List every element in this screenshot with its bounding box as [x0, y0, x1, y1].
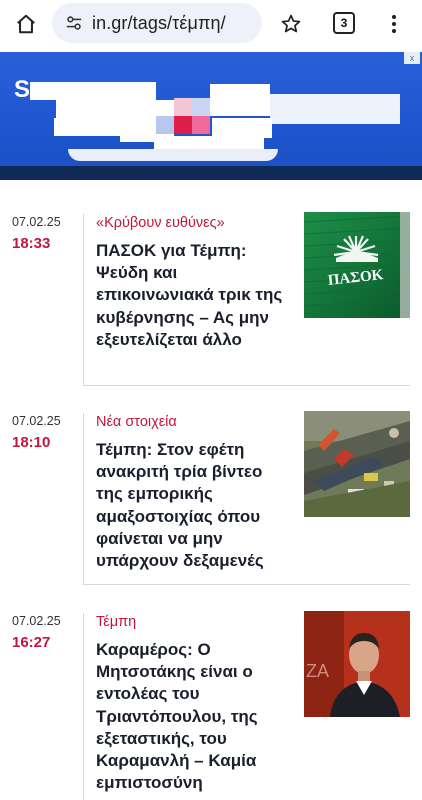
divider — [83, 413, 84, 584]
article-time: 18:10 — [12, 434, 51, 451]
article-date: 07.02.25 — [12, 215, 61, 229]
ad-pixel — [192, 98, 210, 116]
bookmark-button[interactable] — [277, 10, 305, 38]
article-thumbnail[interactable]: ΖΑ — [304, 611, 410, 717]
article-title[interactable]: Καραμέρος: Ο Μητσοτάκης είναι ο εντολέας… — [96, 639, 292, 794]
site-settings-icon[interactable] — [64, 13, 84, 33]
article-separator — [83, 584, 410, 585]
ad-pixel — [156, 116, 174, 134]
article-category[interactable]: «Κρύβουν ευθύνες» — [96, 214, 292, 232]
ad-pixel — [174, 98, 192, 116]
ad-banner[interactable]: x S — [0, 52, 422, 180]
article-thumbnail[interactable] — [304, 411, 410, 517]
divider — [83, 613, 84, 800]
home-button[interactable] — [10, 9, 42, 39]
ad-blur-block — [212, 118, 272, 138]
url-text: in.gr/tags/τέμπη/ — [92, 12, 226, 33]
article-item[interactable]: 07.02.25 18:10 Νέα στοιχεία Τέμπη: Στον … — [0, 411, 422, 584]
article-category[interactable]: Νέα στοιχεία — [96, 413, 292, 431]
ad-blur-block — [30, 82, 156, 100]
divider — [83, 214, 84, 385]
star-icon — [281, 14, 301, 33]
ad-pixel — [192, 116, 210, 134]
article-title[interactable]: Τέμπη: Στον εφέτη ανακριτή τρία βίντεο τ… — [96, 439, 292, 572]
address-bar[interactable]: in.gr/tags/τέμπη/ — [52, 3, 262, 43]
ad-blur-block — [54, 118, 120, 136]
article-date: 07.02.25 — [12, 414, 61, 428]
article-title[interactable]: ΠΑΣΟΚ για Τέμπη: Ψεύδη και επικοινωνιακά… — [96, 240, 292, 351]
article-separator — [83, 385, 410, 386]
ad-pixel — [174, 116, 192, 134]
ad-choices-close[interactable]: x — [404, 52, 420, 64]
ad-blur-block — [270, 94, 400, 124]
tab-count: 3 — [340, 16, 348, 30]
article-item[interactable]: 07.02.25 18:33 «Κρύβουν ευθύνες» ΠΑΣΟΚ γ… — [0, 212, 422, 385]
article-thumbnail[interactable]: ΠΑΣΟΚ — [304, 212, 410, 318]
article-date: 07.02.25 — [12, 614, 61, 628]
ad-bottom-strip — [0, 166, 422, 180]
ad-blur-block — [210, 84, 270, 116]
more-vert-icon[interactable] — [384, 10, 404, 38]
tab-switcher-button[interactable]: 3 — [333, 12, 355, 34]
article-category[interactable]: Τέμπη — [96, 613, 292, 631]
home-icon — [17, 14, 35, 34]
thumb-text: ΖΑ — [306, 661, 329, 681]
ad-logo: S — [14, 76, 31, 103]
article-meta: 07.02.25 16:27 — [12, 613, 82, 652]
article-meta: 07.02.25 18:10 — [12, 413, 82, 452]
article-item[interactable]: 07.02.25 16:27 Τέμπη Καραμέρος: Ο Μητσοτ… — [0, 611, 422, 800]
browser-toolbar: in.gr/tags/τέμπη/ 3 — [0, 0, 422, 48]
ad-ship-shape — [68, 149, 278, 161]
article-time: 16:27 — [12, 634, 51, 651]
article-time: 18:33 — [12, 235, 51, 252]
article-meta: 07.02.25 18:33 — [12, 214, 82, 253]
